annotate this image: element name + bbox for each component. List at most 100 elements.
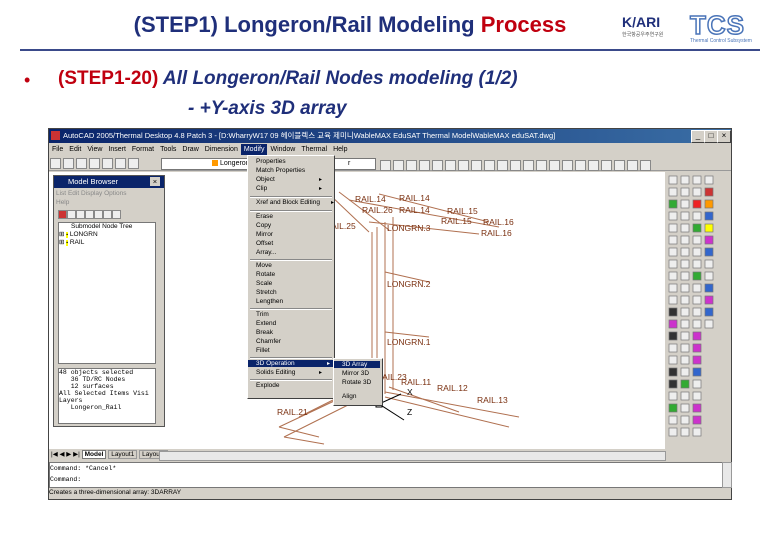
tree-item-longrn[interactable]: ⊞ ▪ LONGRN [59, 231, 155, 239]
menu-item-solids-editing-label: Solids Editing [256, 369, 296, 376]
menu-item-explode[interactable]: Explode [256, 382, 280, 389]
menu-item-move[interactable]: Move [256, 262, 272, 269]
render-settings-icon[interactable] [640, 160, 651, 171]
submenu-item-align[interactable]: Align [342, 393, 356, 400]
label-rail-12: RAIL.12 [437, 383, 468, 393]
mb-menu-options[interactable]: Options [104, 190, 126, 197]
menu-item-erase[interactable]: Erase [256, 213, 273, 220]
ortho-icon[interactable] [562, 160, 573, 171]
view-top-icon[interactable] [588, 160, 599, 171]
shade-icon[interactable] [497, 160, 508, 171]
zoom-extents-icon[interactable] [432, 160, 443, 171]
mb-tool-icon-6[interactable] [112, 210, 121, 219]
model-browser-close-icon[interactable]: × [150, 177, 160, 186]
menu-item-mirror[interactable]: Mirror [256, 231, 273, 238]
menu-item-lengthen[interactable]: Lengthen [256, 298, 283, 305]
minimize-button[interactable]: _ [691, 130, 705, 143]
menu-item-extend[interactable]: Extend [256, 320, 276, 327]
model-browser-titlebar[interactable]: Model Browser × [54, 176, 164, 188]
menu-item-copy[interactable]: Copy [256, 222, 271, 229]
tab-layout1[interactable]: Layout1 [108, 450, 138, 459]
menu-item-fillet[interactable]: Fillet [256, 347, 270, 354]
pan-icon[interactable] [393, 160, 404, 171]
mb-menu-edit[interactable]: Edit [68, 190, 79, 197]
menu-thermal[interactable]: Thermal [298, 144, 330, 155]
view-front-icon[interactable] [575, 160, 586, 171]
close-button[interactable]: × [717, 130, 731, 143]
save-icon[interactable] [76, 158, 87, 169]
submenu-item-rotate-3d[interactable]: Rotate 3D [342, 379, 371, 386]
grid-icon[interactable] [549, 160, 560, 171]
properties-icon[interactable] [458, 160, 469, 171]
menu-item-3d-operation[interactable]: 3D Operation ▸ [248, 360, 334, 367]
menu-item-match-properties[interactable]: Match Properties [256, 167, 305, 174]
view-iso-icon[interactable] [614, 160, 625, 171]
menu-format[interactable]: Format [129, 144, 157, 155]
command-scrollbar[interactable] [722, 462, 732, 488]
menu-insert[interactable]: Insert [105, 144, 129, 155]
view-back-icon[interactable] [627, 160, 638, 171]
layer-state-icon[interactable] [128, 158, 139, 169]
selection-info: 48 objects selected 36 TD/RC Nodes 12 su… [58, 368, 156, 424]
submenu-item-mirror-3d[interactable]: Mirror 3D [342, 370, 369, 377]
menu-item-chamfer[interactable]: Chamfer [256, 338, 281, 345]
menu-item-properties[interactable]: Properties [256, 158, 286, 165]
redo-icon[interactable] [102, 158, 113, 169]
mb-tool-icon-4[interactable] [94, 210, 103, 219]
ucs-icon[interactable] [484, 160, 495, 171]
snap-icon[interactable] [536, 160, 547, 171]
mb-menu-help[interactable]: Help [56, 199, 69, 206]
tree-item-rail[interactable]: ⊞ ▪ RAIL [59, 239, 155, 247]
view-side-icon[interactable] [601, 160, 612, 171]
menu-dimension[interactable]: Dimension [202, 144, 241, 155]
label-rail-14a: RAIL.14 [355, 194, 386, 204]
submenu-arrow-icon: ▸ [318, 177, 322, 183]
view-icon[interactable] [471, 160, 482, 171]
measure-icon[interactable] [523, 160, 534, 171]
maximize-button[interactable]: □ [704, 130, 718, 143]
menu-item-break[interactable]: Break [256, 329, 273, 336]
hide-icon[interactable] [510, 160, 521, 171]
zoom-icon[interactable] [380, 160, 391, 171]
undo-icon[interactable] [89, 158, 100, 169]
mb-tool-icon-1[interactable] [67, 210, 76, 219]
command-window[interactable]: Command: *Cancel* Command: [49, 462, 723, 488]
menu-item-array[interactable]: Array... [256, 249, 276, 256]
menu-window[interactable]: Window [267, 144, 298, 155]
layer-icon[interactable] [115, 158, 126, 169]
open-icon[interactable] [63, 158, 74, 169]
tab-nav-arrows-icon[interactable]: |◀ ◀ ▶ ▶| [51, 451, 80, 458]
menu-view[interactable]: View [84, 144, 105, 155]
status-bar: Creates a three-dimensional array: 3DARR… [49, 489, 182, 496]
menu-item-trim[interactable]: Trim [256, 311, 269, 318]
window-titlebar[interactable]: AutoCAD 2005/Thermal Desktop 4.8 Patch 3… [49, 129, 731, 143]
menu-item-xref[interactable]: Xref and Block Editing ▸ [256, 199, 334, 206]
zoom-window-icon[interactable] [419, 160, 430, 171]
submenu-item-3d-array[interactable]: 3D Array [334, 361, 380, 368]
menu-item-offset[interactable]: Offset [256, 240, 273, 247]
mb-filter-icon[interactable] [58, 210, 67, 219]
menu-modify[interactable]: Modify [240, 144, 268, 155]
menu-tools[interactable]: Tools [157, 144, 179, 155]
mb-tool-icon-3[interactable] [85, 210, 94, 219]
new-icon[interactable] [50, 158, 61, 169]
menu-item-solids-editing[interactable]: Solids Editing ▸ [256, 369, 326, 376]
mb-tool-icon-2[interactable] [76, 210, 85, 219]
menu-help[interactable]: Help [330, 144, 350, 155]
mb-menu-list[interactable]: List [56, 190, 66, 197]
menu-draw[interactable]: Draw [179, 144, 201, 155]
menu-file[interactable]: File [49, 144, 66, 155]
menu-item-clip[interactable]: Clip ▸ [256, 185, 326, 192]
menu-item-rotate[interactable]: Rotate [256, 271, 275, 278]
command-prompt[interactable]: Command: [50, 474, 722, 485]
render-icon[interactable] [445, 160, 456, 171]
menu-edit[interactable]: Edit [66, 144, 84, 155]
orbit-icon[interactable] [406, 160, 417, 171]
menu-item-stretch[interactable]: Stretch [256, 289, 277, 296]
mb-menu-display[interactable]: Display [81, 190, 102, 197]
horizontal-scrollbar[interactable] [159, 451, 666, 461]
menu-item-scale[interactable]: Scale [256, 280, 272, 287]
menu-item-object[interactable]: Object ▸ [256, 176, 326, 183]
tab-model[interactable]: Model [81, 450, 107, 459]
mb-tool-icon-5[interactable] [103, 210, 112, 219]
